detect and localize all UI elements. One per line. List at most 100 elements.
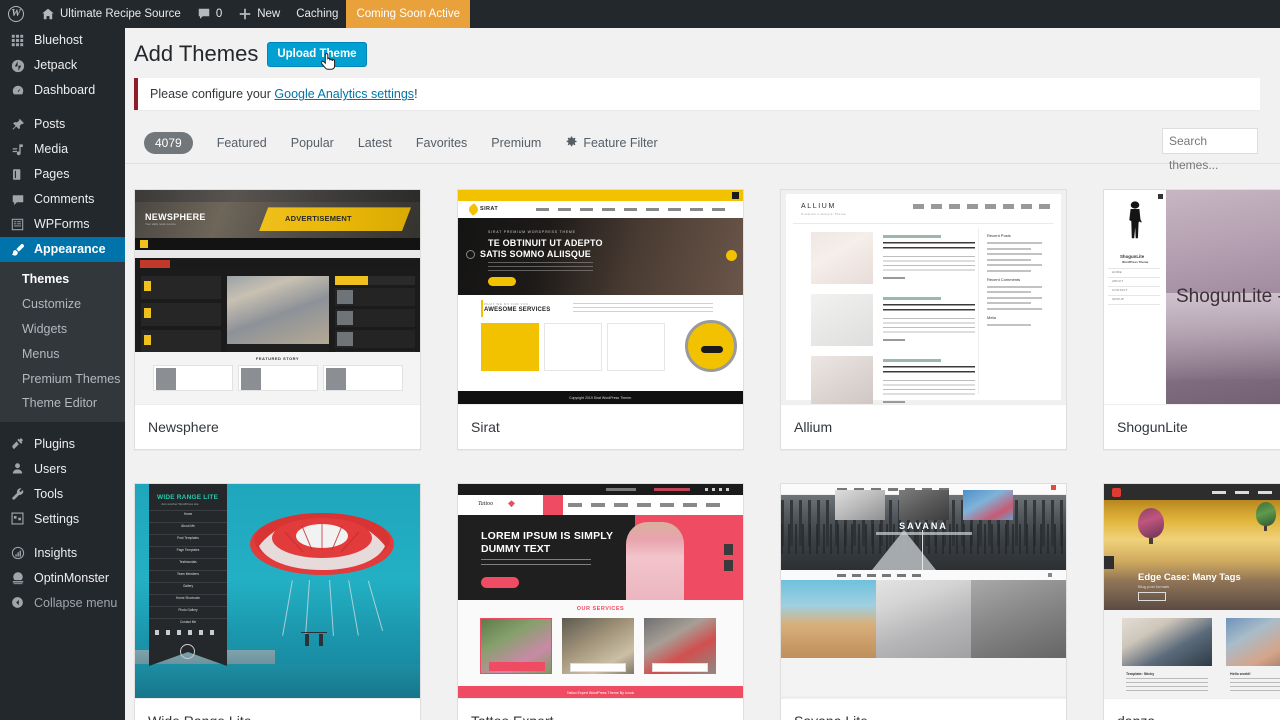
theme-name: Sirat — [458, 404, 743, 450]
theme-screenshot-shogunlite[interactable]: ShogunLite - ShogunLite WordPress Theme … — [1104, 190, 1280, 405]
shogunlite-menu-item[interactable]: ABOUT — [1112, 279, 1123, 283]
theme-card[interactable]: SIRAT SIRAT PREMIUM WORDPRESS THEME TE O… — [457, 189, 744, 451]
search-themes-input[interactable]: Search themes... — [1162, 128, 1258, 172]
sidebar-item-bluehost[interactable]: Bluehost — [0, 28, 125, 53]
wide-range-menu-item[interactable]: About Me — [149, 524, 227, 528]
sidebar-item-users[interactable]: Users — [0, 456, 125, 481]
comments-button[interactable]: 0 — [189, 0, 230, 28]
appearance-submenu: Themes Customize Widgets Menus Premium T… — [0, 262, 125, 423]
wide-range-menu-item[interactable]: Contact Me — [149, 620, 227, 624]
theme-card[interactable]: ShogunLite - ShogunLite WordPress Theme … — [1103, 189, 1280, 451]
sidebar-item-label: Comments — [34, 192, 95, 207]
theme-card[interactable]: Edge Case: Many Tags Blog post formats T… — [1103, 483, 1280, 720]
sidebar-item-plugins[interactable]: Plugins — [0, 431, 125, 456]
wide-range-menu-item[interactable]: Home Shortcode — [149, 596, 227, 600]
theme-card[interactable]: SAVANA Savana Lite — [780, 483, 1067, 720]
theme-card[interactable]: ADVERTISEMENT NEWSPHERE Your daily news … — [134, 189, 421, 451]
theme-screenshot-allium[interactable]: ALLIUM Creative Lifestyle Theme Recent P… — [781, 190, 1066, 405]
new-content-menu[interactable]: New — [230, 0, 288, 28]
caching-menu[interactable]: Caching — [288, 0, 346, 28]
sidebar-item-dashboard[interactable]: Dashboard — [0, 78, 125, 103]
dapza-card-title: Template: Sticky — [1126, 672, 1155, 677]
wide-range-menu-item[interactable]: Team Members — [149, 572, 227, 576]
sidebar-item-optinmonster[interactable]: OptinMonster — [0, 565, 125, 590]
sidebar-item-wpforms[interactable]: WPForms — [0, 212, 125, 237]
tab-popular[interactable]: Popular — [279, 137, 346, 150]
wordpress-logo-button[interactable]: W — [0, 0, 33, 28]
theme-screenshot-tattoo-expert[interactable]: Tattoo LOREM IPSUM IS SIMPLY DUMMY TEXT … — [458, 484, 743, 699]
sidebar-item-media[interactable]: Media — [0, 137, 125, 162]
notice-text-before: Please configure your — [150, 87, 275, 102]
shogunlite-menu-item[interactable]: GROUP — [1112, 297, 1124, 301]
admin-sidebar: Bluehost Jetpack Dashboard Posts Media P… — [0, 28, 133, 720]
sidebar-item-jetpack[interactable]: Jetpack — [0, 53, 125, 78]
wpforms-icon — [9, 217, 26, 233]
theme-screenshot-dapza[interactable]: Edge Case: Many Tags Blog post formats T… — [1104, 484, 1280, 699]
submenu-item-premium-themes[interactable]: Premium Themes — [0, 367, 125, 392]
tattoo-footer: Tattoo Expert WordPress Theme By Iconic — [566, 691, 635, 696]
sidebar-item-comments[interactable]: Comments — [0, 187, 125, 212]
home-icon — [41, 7, 55, 21]
sidebar-item-posts[interactable]: Posts — [0, 112, 125, 137]
shogunlite-hero-title: ShogunLite - — [1176, 286, 1280, 308]
sirat-services-title: AWESOME SERVICES — [484, 307, 551, 314]
google-analytics-settings-link[interactable]: Google Analytics settings — [274, 87, 414, 101]
theme-grid: ADVERTISEMENT NEWSPHERE Your daily news … — [125, 164, 1280, 720]
tab-premium[interactable]: Premium — [479, 137, 553, 150]
upload-theme-button[interactable]: Upload Theme — [267, 41, 367, 70]
sidebar-item-pages[interactable]: Pages — [0, 162, 125, 187]
sirat-services-kicker: WHAT WE DO FOR YOU — [484, 302, 529, 307]
wide-range-menu-item[interactable]: Gallery — [149, 584, 227, 588]
sidebar-item-label: OptinMonster — [34, 570, 110, 585]
coming-soon-badge[interactable]: Coming Soon Active — [346, 0, 470, 28]
submenu-item-themes[interactable]: Themes — [0, 267, 125, 292]
theme-card[interactable]: WIDE RANGE LITE Just another WordPress s… — [134, 483, 421, 720]
shogunlite-menu-item[interactable]: CONTACT — [1112, 288, 1128, 292]
sirat-hero-kicker: SIRAT PREMIUM WORDPRESS THEME — [488, 230, 576, 235]
wide-range-menu-item[interactable]: Home — [149, 512, 227, 516]
theme-name: Savana Lite — [781, 698, 1066, 720]
sidebar-item-appearance[interactable]: Appearance — [0, 237, 133, 262]
sidebar-item-label: Bluehost — [34, 33, 83, 48]
sidebar-item-tools[interactable]: Tools — [0, 481, 125, 506]
submenu-item-widgets[interactable]: Widgets — [0, 317, 125, 342]
page-title: Add Themes — [134, 41, 259, 66]
shogunlite-menu-item[interactable]: HOME — [1112, 270, 1122, 274]
sidebar-item-insights[interactable]: Insights — [0, 540, 125, 565]
submenu-item-customize[interactable]: Customize — [0, 292, 125, 317]
sidebar-item-collapse-menu[interactable]: Collapse menu — [0, 590, 125, 615]
site-name-menu[interactable]: Ultimate Recipe Source — [33, 0, 189, 28]
wide-range-menu-item[interactable]: Testimonials — [149, 560, 227, 564]
tab-latest[interactable]: Latest — [346, 137, 404, 150]
comment-bubble-icon — [197, 7, 211, 21]
submenu-item-menus[interactable]: Menus — [0, 342, 125, 367]
theme-screenshot-savana-lite[interactable]: SAVANA — [781, 484, 1066, 699]
jetpack-icon — [9, 58, 26, 74]
theme-screenshot-wide-range-lite[interactable]: WIDE RANGE LITE Just another WordPress s… — [135, 484, 420, 699]
theme-count-badge: 4079 — [144, 131, 193, 154]
theme-card[interactable]: Tattoo LOREM IPSUM IS SIMPLY DUMMY TEXT … — [457, 483, 744, 720]
page-header: Add Themes Upload Theme — [125, 28, 1280, 70]
sidebar-item-label: Settings — [34, 511, 80, 526]
allium-sidebar-heading: Recent Comments — [987, 276, 1021, 282]
sirat-logo: SIRAT — [480, 206, 499, 213]
shogunlite-logo: ShogunLite — [1120, 254, 1145, 260]
tattoo-services-title: OUR SERVICES — [576, 606, 625, 613]
sidebar-item-label: Insights — [34, 545, 78, 560]
upload-theme-label: Upload Theme — [277, 47, 357, 60]
main-content: Add Themes Upload Theme Please configure… — [125, 28, 1280, 720]
sidebar-item-settings[interactable]: Settings — [0, 506, 125, 531]
sidebar-separator — [0, 422, 125, 431]
wide-range-menu-item[interactable]: Page Templates — [149, 548, 227, 552]
feature-filter-button[interactable]: Feature Filter — [553, 135, 669, 151]
tab-featured[interactable]: Featured — [205, 137, 279, 150]
submenu-item-theme-editor[interactable]: Theme Editor — [0, 391, 125, 416]
theme-screenshot-sirat[interactable]: SIRAT SIRAT PREMIUM WORDPRESS THEME TE O… — [458, 190, 743, 405]
allium-logo: ALLIUM — [801, 203, 836, 211]
theme-card[interactable]: ALLIUM Creative Lifestyle Theme Recent P… — [780, 189, 1067, 451]
wide-range-menu-item[interactable]: Photo Gallery — [149, 608, 227, 612]
wide-range-menu-item[interactable]: Post Templates — [149, 536, 227, 540]
tab-favorites[interactable]: Favorites — [404, 137, 479, 150]
theme-screenshot-newsphere[interactable]: ADVERTISEMENT NEWSPHERE Your daily news … — [135, 190, 420, 405]
sidebar-item-label: Posts — [34, 117, 66, 132]
